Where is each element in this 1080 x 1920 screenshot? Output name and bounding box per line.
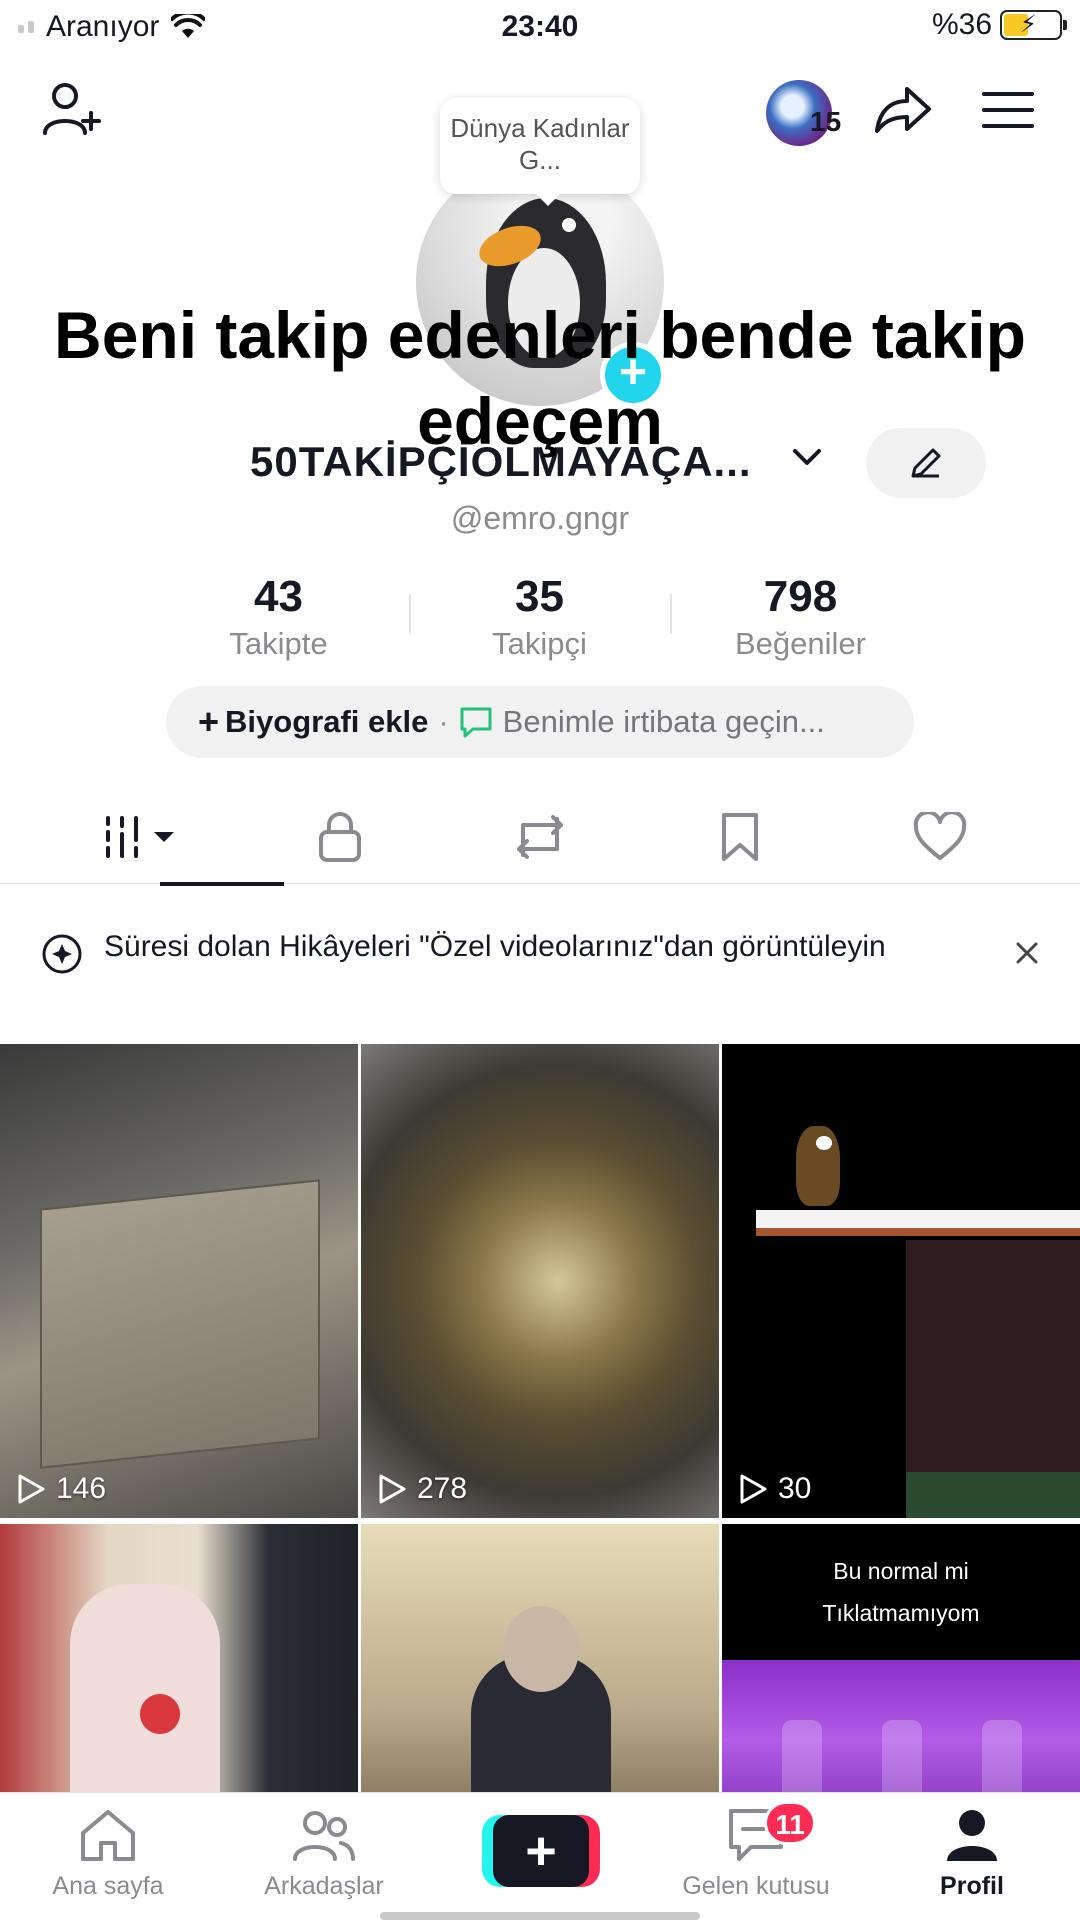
view-count: 146 [16, 1472, 106, 1506]
share-icon [875, 87, 931, 133]
followers-label: Takipçi [492, 626, 587, 661]
profile-icon [947, 1810, 997, 1861]
nav-inbox-label: Gelen kutusu [682, 1872, 830, 1900]
home-indicator [380, 1912, 700, 1920]
add-user-icon [43, 83, 101, 135]
plus-icon: + [198, 701, 220, 742]
likes-label: Beğeniler [735, 626, 866, 661]
overlay-caption: Beni takip edenleri bende takip edeçem [54, 298, 1026, 458]
play-icon [740, 1474, 767, 1504]
nav-inbox[interactable]: Gelen kutusu [656, 1807, 856, 1901]
plus-icon: + [493, 1815, 589, 1887]
following-count: 43 [254, 572, 303, 621]
grid-filter-icon [106, 816, 174, 858]
friends-icon [293, 1811, 355, 1861]
heart-icon [913, 812, 967, 860]
nav-home[interactable]: Ana sayfa [8, 1807, 208, 1901]
video-tile[interactable]: 278 [361, 1044, 719, 1518]
video-caption: Bu normal mi Tıklatmamıyom [722, 1550, 1080, 1634]
share-profile-button[interactable] [872, 82, 934, 138]
stat-likes[interactable]: 798 Beğeniler [670, 572, 931, 662]
repost-icon [517, 815, 563, 859]
tab-liked[interactable] [900, 790, 980, 884]
video-tile[interactable]: 146 [0, 1044, 358, 1518]
status-bar: Aranıyor 23:40 %36 ⚡ [0, 0, 1080, 56]
view-count-text: 30 [778, 1472, 812, 1505]
username: @emro.gngr [450, 500, 630, 536]
story-count: 15 [810, 106, 842, 137]
inbox-badge: 11 [764, 1801, 816, 1845]
nav-profile-label: Profil [940, 1872, 1004, 1900]
bottom-nav: Ana sayfa Arkadaşlar + Gelen kutusu 11 P… [0, 1792, 1080, 1920]
video-tile[interactable] [0, 1524, 358, 1794]
hamburger-menu-icon [982, 92, 1034, 128]
play-icon [18, 1474, 45, 1504]
view-count-text: 146 [56, 1472, 107, 1505]
sparkle-story-icon [42, 934, 82, 974]
close-banner-button[interactable] [1012, 938, 1042, 973]
banner-text: Süresi dolan Hikâyeleri "Özel videoların… [104, 930, 886, 963]
nav-home-label: Ana sayfa [52, 1872, 164, 1900]
battery-percent: %36 [931, 8, 992, 41]
bookmark-icon [722, 813, 758, 861]
nav-friends[interactable]: Arkadaşlar [224, 1807, 424, 1901]
close-icon [1016, 942, 1038, 964]
tab-reposts[interactable] [500, 790, 580, 884]
menu-button[interactable] [980, 86, 1036, 134]
nav-profile[interactable]: Profil [872, 1807, 1072, 1901]
followers-count: 35 [515, 572, 564, 621]
video-tile[interactable]: Bu normal mi Tıklatmamıyom [722, 1524, 1080, 1794]
video-caption-line: Tıklatmamıyom [822, 1600, 980, 1626]
create-button[interactable]: + [482, 1815, 600, 1887]
likes-count: 798 [763, 572, 838, 621]
tab-saved[interactable] [700, 790, 780, 884]
bio-actions: + Biyografi ekle · Benimle irtibata geçi… [166, 686, 914, 758]
battery-icon: ⚡ [1000, 10, 1067, 40]
view-count: 278 [377, 1472, 467, 1506]
video-tile[interactable]: 30 [722, 1044, 1080, 1518]
bio-separator: · [438, 704, 449, 739]
stat-following[interactable]: 43 Takipte [148, 572, 409, 662]
add-friend-button[interactable] [36, 76, 106, 142]
contact-me-button[interactable]: Benimle irtibata geçin... [503, 704, 825, 740]
view-count-text: 278 [417, 1472, 468, 1505]
stat-followers[interactable]: 35 Takipçi [409, 572, 670, 662]
tab-private[interactable] [300, 790, 380, 884]
profile-stats: 43 Takipte 35 Takipçi 798 Beğeniler [148, 572, 932, 662]
status-note-tooltip[interactable]: Dünya Kadınlar G... [440, 98, 640, 206]
following-label: Takipte [229, 626, 328, 661]
tab-videos[interactable] [80, 790, 284, 886]
add-bio-button[interactable]: Biyografi ekle [225, 704, 428, 740]
lock-icon [319, 812, 361, 862]
content-tabs [0, 790, 1080, 886]
home-icon [81, 1810, 135, 1861]
video-grid: 146 278 30 Bu normal mi Tıklatmamıyom [0, 1044, 1080, 1794]
message-icon [460, 707, 492, 738]
view-count: 30 [738, 1472, 811, 1506]
nav-friends-label: Arkadaşlar [264, 1872, 384, 1900]
clock: 23:40 [501, 10, 579, 43]
stories-banner: Süresi dolan Hikâyeleri "Özel videoların… [0, 920, 1080, 1040]
video-caption-line: Bu normal mi [833, 1558, 969, 1584]
video-tile[interactable] [361, 1524, 719, 1794]
play-icon [379, 1474, 406, 1504]
